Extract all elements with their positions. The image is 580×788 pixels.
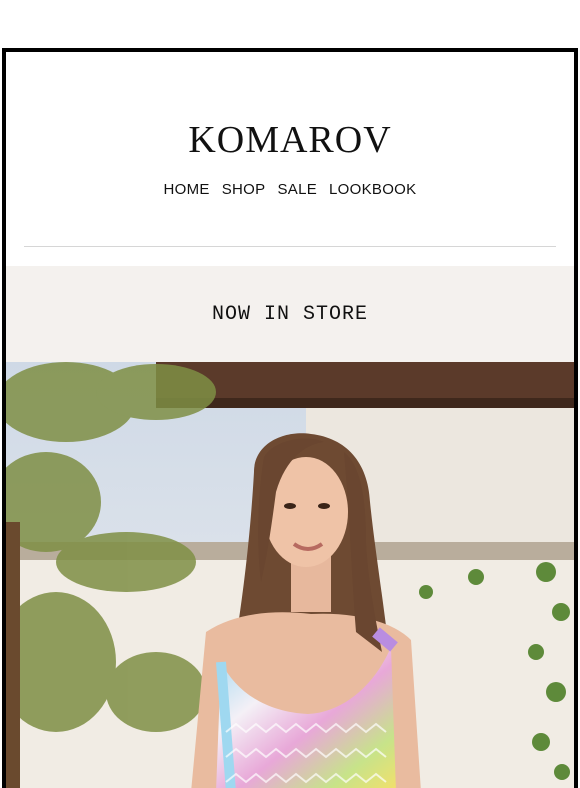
banner-text: NOW IN STORE (211, 302, 369, 326)
hero-photo (6, 362, 574, 788)
main-nav: HOME SHOP SALE LOOKBOOK (6, 181, 574, 198)
nav-shop-link[interactable]: SHOP (222, 181, 266, 198)
nav-sale-link[interactable]: SALE (277, 181, 317, 198)
header-divider (24, 246, 556, 247)
nav-home-link[interactable]: HOME (164, 181, 210, 198)
email-container: KOMAROV HOME SHOP SALE LOOKBOOK NOW IN S… (2, 48, 578, 788)
nav-lookbook-link[interactable]: LOOKBOOK (329, 181, 416, 198)
now-in-store-banner[interactable]: NOW IN STORE (6, 266, 574, 362)
brand-logo[interactable]: KOMAROV (6, 118, 574, 162)
hero-image[interactable] (6, 362, 574, 788)
